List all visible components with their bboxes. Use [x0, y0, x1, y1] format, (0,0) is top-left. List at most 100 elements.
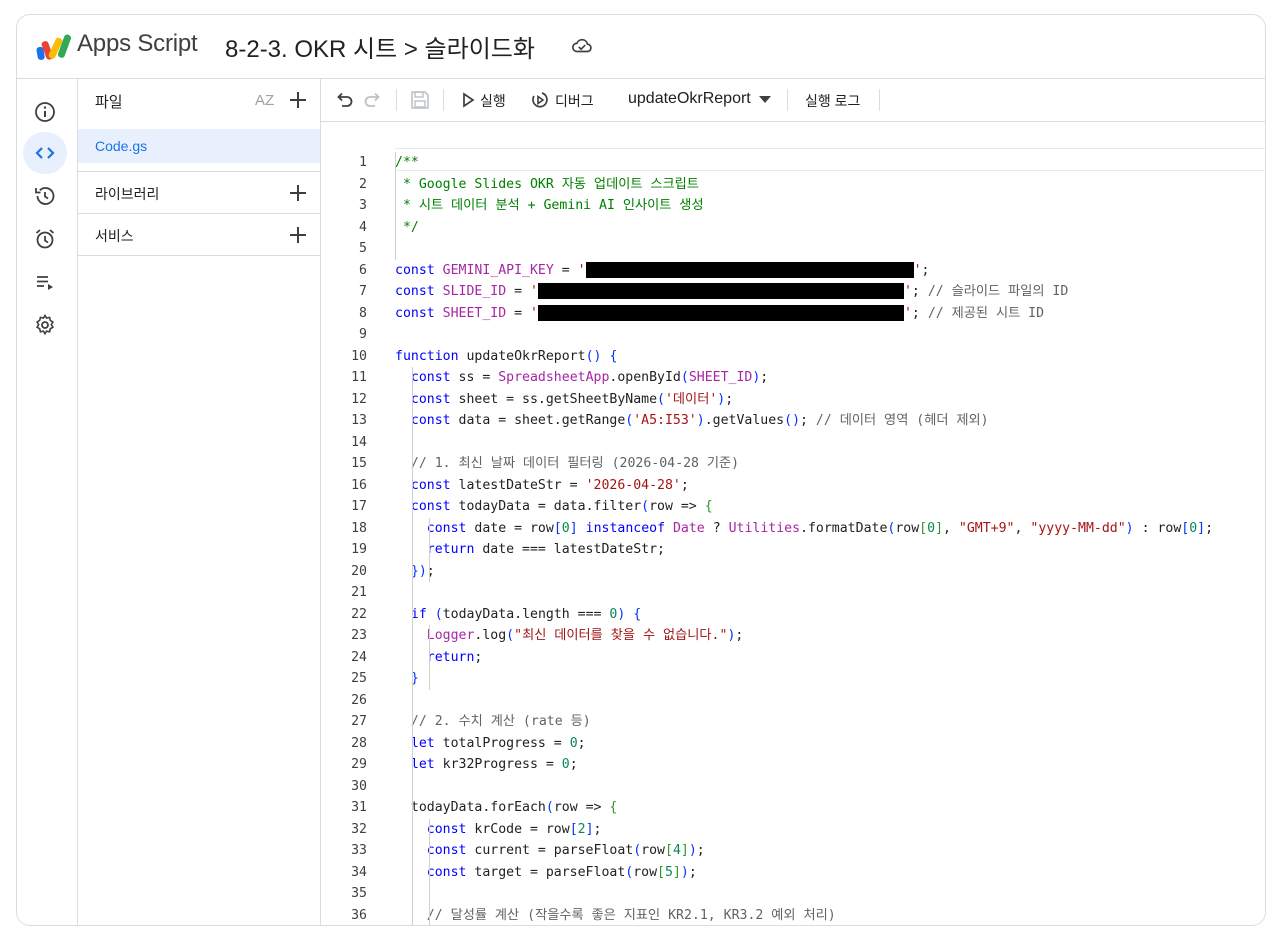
code-line[interactable]: 10 function updateOkrReport() {	[321, 346, 1265, 368]
info-icon	[35, 102, 55, 122]
play-icon[interactable]	[460, 89, 476, 111]
code-line[interactable]: 31 todayData.forEach(row => {	[321, 797, 1265, 819]
code-editor[interactable]: 1/** 2 * Google Slides OKR 자동 업데이트 스크립트 3 …	[321, 122, 1265, 925]
rail-executions-button[interactable]	[23, 261, 67, 303]
code-text: return;	[426, 649, 483, 665]
code-text: const ss = SpreadsheetApp.openById(SHEET…	[410, 370, 769, 385]
code-line[interactable]: 15 // 1. 최신 날짜 데이터 필터링 (2026-04-28 기준)	[321, 453, 1265, 475]
line-number: 35	[351, 886, 367, 901]
code-text: const current = parseFloat(row[4]);	[426, 843, 705, 858]
execution-log-button[interactable]: 실행 로그	[805, 91, 860, 111]
code-line[interactable]: 29 let kr32Progress = 0;	[321, 754, 1265, 776]
code-line[interactable]: 36 // 달성률 계산 (작을수록 좋은 지표인 KR2.1, KR3.2 예…	[321, 905, 1265, 926]
code-line[interactable]: 19 return date === latestDateStr;	[321, 539, 1265, 561]
code-text: todayData.forEach(row => {	[395, 800, 618, 815]
redo-icon[interactable]	[362, 89, 384, 111]
code-text: // 달성률 계산 (작을수록 좋은 지표인 KR2.1, KR3.2 예외 처…	[426, 907, 836, 923]
code-text: return date === latestDateStr;	[426, 542, 665, 557]
line-number: 21	[351, 585, 367, 600]
line-number: 33	[351, 843, 367, 858]
code-text: const SHEET_ID = ' '; // 제공된 시트 ID	[395, 304, 1045, 321]
rail-overview-button[interactable]	[23, 91, 67, 133]
line-number: 6	[359, 262, 367, 278]
redacted-value	[537, 304, 904, 321]
code-line[interactable]: 34 const target = parseFloat(row[5]);	[321, 862, 1265, 884]
services-title: 서비스	[95, 228, 134, 244]
code-line[interactable]: 20 });	[321, 561, 1265, 583]
code-line[interactable]: 12 const sheet = ss.getSheetByName('데이터'…	[321, 389, 1265, 411]
files-header: 파일 AZ	[78, 79, 320, 121]
debug-icon[interactable]	[529, 89, 551, 111]
run-button[interactable]: 실행	[480, 91, 506, 111]
files-panel-divider	[78, 255, 320, 256]
files-title: 파일	[95, 94, 123, 111]
code-line[interactable]: 33 const current = parseFloat(row[4]);	[321, 840, 1265, 862]
rail-history-button[interactable]	[23, 175, 67, 217]
code-line[interactable]: 26	[321, 690, 1265, 712]
line-number: 16	[351, 477, 367, 493]
code-line[interactable]: 21	[321, 582, 1265, 604]
debug-button[interactable]: 디버그	[555, 91, 594, 111]
svg-text:AZ: AZ	[255, 92, 274, 109]
apps-script-logo-icon[interactable]	[35, 31, 73, 61]
code-text: if (todayData.length === 0) {	[410, 606, 642, 622]
add-service-plus-icon[interactable]	[287, 224, 309, 246]
line-number: 29	[351, 757, 367, 772]
undo-icon[interactable]	[333, 89, 355, 111]
save-icon[interactable]	[409, 89, 431, 111]
code-text: function updateOkrReport() {	[395, 348, 618, 364]
code-text: const latestDateStr = '2026-04-28';	[410, 477, 689, 493]
code-line[interactable]: 27 // 2. 수치 계산 (rate 등)	[321, 711, 1265, 733]
libraries-section[interactable]: 라이브러리	[78, 171, 320, 214]
code-line[interactable]: 2 * Google Slides OKR 자동 업데이트 스크립트	[321, 174, 1265, 196]
code-line[interactable]: 6 const GEMINI_API_KEY = ' ';	[321, 260, 1265, 282]
file-name: Code.gs	[95, 138, 148, 154]
code-line[interactable]: 11 const ss = SpreadsheetApp.openById(SH…	[321, 367, 1265, 389]
add-file-plus-icon[interactable]	[287, 89, 309, 111]
line-number: 15	[351, 456, 367, 471]
line-number: 9	[359, 327, 367, 342]
code-line[interactable]: 4 */	[321, 217, 1265, 239]
code-text: const date = row[0] instanceof Date ? Ut…	[426, 520, 1214, 536]
files-panel: 파일 AZ Code.gs 라이브러리 서비스	[78, 79, 321, 925]
project-title[interactable]: 8-2-3. OKR 시트 > 슬라이드화	[225, 29, 535, 64]
code-line[interactable]: 30	[321, 776, 1265, 798]
code-line[interactable]: 7 const SLIDE_ID = ' '; // 슬라이드 파일의 ID	[321, 281, 1265, 303]
file-item-code-gs[interactable]: Code.gs	[78, 129, 320, 163]
code-line[interactable]: 5	[321, 238, 1265, 260]
code-line[interactable]: 9	[321, 324, 1265, 346]
code-line[interactable]: 24 return;	[321, 647, 1265, 669]
code-line[interactable]: 32 const krCode = row[2];	[321, 819, 1265, 841]
code-text: }	[410, 671, 419, 686]
indent-guide	[429, 625, 430, 690]
services-section[interactable]: 서비스	[78, 213, 320, 256]
line-number: 17	[351, 499, 367, 514]
rail-triggers-button[interactable]	[23, 218, 67, 260]
code-text: */	[395, 219, 419, 235]
code-line[interactable]: 3 * 시트 데이터 분석 + Gemini AI 인사이트 생성	[321, 195, 1265, 217]
code-line[interactable]: 1 /**	[321, 152, 1265, 174]
chevron-down-icon[interactable]	[757, 93, 773, 107]
code-line[interactable]: 16 const latestDateStr = '2026-04-28';	[321, 475, 1265, 497]
rail-settings-button[interactable]	[23, 304, 67, 346]
code-text: const GEMINI_API_KEY = ' ';	[395, 261, 930, 278]
code-line[interactable]: 22 if (todayData.length === 0) {	[321, 604, 1265, 626]
code-line[interactable]: 35	[321, 883, 1265, 905]
add-library-plus-icon[interactable]	[287, 182, 309, 204]
line-number: 12	[351, 391, 367, 407]
code-line[interactable]: 25 }	[321, 668, 1265, 690]
code-line[interactable]: 8 const SHEET_ID = ' '; // 제공된 시트 ID	[321, 303, 1265, 325]
code-line[interactable]: 17 const todayData = data.filter(row => …	[321, 496, 1265, 518]
rail-editor-button[interactable]	[23, 132, 67, 174]
line-number: 36	[351, 907, 367, 923]
code-line[interactable]: 23 Logger.log("최신 데이터를 찾을 수 없습니다.");	[321, 625, 1265, 647]
code-line[interactable]: 18 const date = row[0] instanceof Date ?…	[321, 518, 1265, 540]
code-line[interactable]: 13 const data = sheet.getRange('A5:I53')…	[321, 410, 1265, 432]
app-name[interactable]: Apps Script	[77, 30, 198, 58]
code-line[interactable]: 28 let totalProgress = 0;	[321, 733, 1265, 755]
line-number: 27	[351, 714, 367, 729]
sort-az-icon[interactable]: AZ	[254, 89, 276, 111]
line-number: 23	[351, 628, 367, 643]
code-line[interactable]: 14	[321, 432, 1265, 454]
function-selector[interactable]: updateOkrReport	[628, 90, 751, 108]
